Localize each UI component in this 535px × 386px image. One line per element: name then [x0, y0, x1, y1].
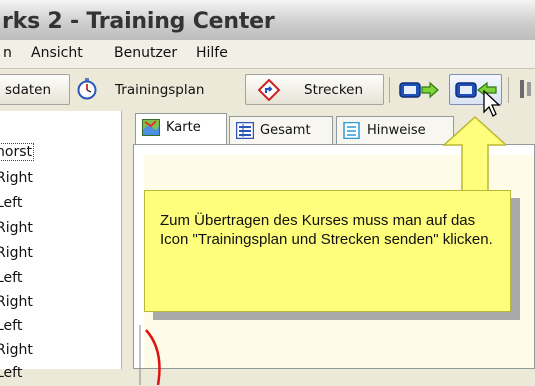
tab-label: Gesamt — [260, 123, 311, 138]
list-item[interactable]: Left — [0, 192, 121, 216]
send-to-device-button[interactable] — [394, 74, 444, 105]
map-route-path — [139, 325, 161, 385]
menu-item-file-partial[interactable]: n — [3, 45, 12, 61]
list-item[interactable]: Right — [0, 339, 121, 363]
menu-item-benutzer[interactable]: Benutzer — [114, 45, 177, 61]
title-bar: rks 2 - Training Center — [0, 0, 535, 41]
window-title: rks 2 - Training Center — [2, 9, 275, 34]
route-list: horst Right Left Right Right Left Right … — [0, 111, 121, 381]
callout-text: Zum Übertragen des Kurses muss man auf d… — [160, 212, 493, 248]
list-item[interactable]: Right — [0, 291, 121, 315]
tab-karte[interactable]: Karte — [135, 113, 227, 145]
menu-item-ansicht[interactable]: Ansicht — [31, 45, 83, 61]
toolbar-separator — [508, 77, 509, 103]
list-item[interactable]: Left — [0, 362, 121, 386]
list-item[interactable]: Right — [0, 242, 121, 266]
tab-gesamt[interactable]: Gesamt — [229, 116, 333, 144]
list-item[interactable]: Right — [0, 167, 121, 191]
list-item[interactable]: horst — [0, 142, 121, 166]
stopwatch-icon — [76, 77, 98, 105]
list-item[interactable]: Right — [0, 217, 121, 241]
toolbar: sdaten Trainingsplan Strecken — [0, 69, 535, 112]
menu-bar: n Ansicht Benutzer Hilfe — [0, 40, 535, 69]
list-item[interactable]: Left — [0, 315, 121, 339]
toolbar-button-trainingsplan[interactable]: Trainingsplan — [106, 74, 240, 105]
toolbar-button-strecken[interactable]: Strecken — [245, 74, 384, 105]
toolbar-button-label: sdaten — [5, 82, 52, 98]
callout-box: Zum Übertragen des Kurses muss man auf d… — [144, 190, 511, 312]
notes-icon — [343, 121, 361, 140]
mouse-pointer-icon — [483, 90, 501, 117]
send-to-device-icon — [399, 80, 439, 104]
tab-label: Karte — [166, 120, 201, 135]
toolbar-overflow-icon[interactable] — [518, 78, 534, 104]
toolbar-button-label: Trainingsplan — [115, 82, 205, 98]
table-icon — [235, 121, 255, 140]
route-icon — [257, 78, 281, 105]
map-icon — [142, 119, 160, 136]
list-item[interactable]: Left — [0, 267, 121, 291]
toolbar-button-label: Strecken — [304, 82, 364, 98]
menu-item-hilfe[interactable]: Hilfe — [196, 45, 228, 61]
toolbar-separator — [389, 77, 390, 103]
toolbar-button-trainingsdaten[interactable]: sdaten — [0, 74, 70, 105]
